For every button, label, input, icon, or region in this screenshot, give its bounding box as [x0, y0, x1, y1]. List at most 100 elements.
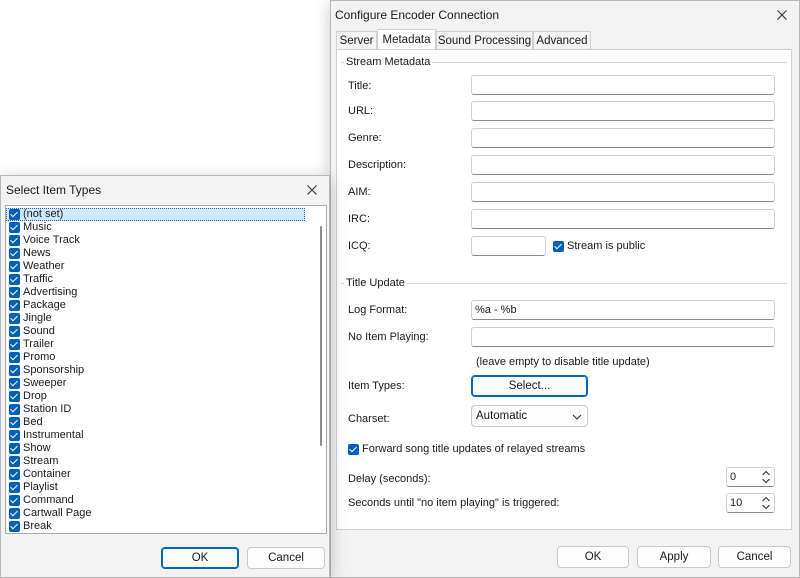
spinner-arrows-icon[interactable]: [761, 495, 771, 511]
list-item-label: News: [23, 247, 51, 259]
list-item[interactable]: Drop: [6, 390, 326, 403]
item-types-label: Item Types:: [348, 380, 405, 392]
list-item[interactable]: Promo: [6, 351, 326, 364]
item-types-cancel-button[interactable]: Cancel: [247, 547, 325, 569]
checkbox-icon[interactable]: [9, 352, 20, 363]
encoder-cancel-button[interactable]: Cancel: [718, 546, 791, 568]
list-item[interactable]: (not set): [6, 208, 305, 221]
delay-spinner[interactable]: 0: [726, 467, 775, 487]
list-item[interactable]: Station ID: [6, 403, 326, 416]
charset-label: Charset:: [348, 413, 390, 425]
encoder-dialog-title: Configure Encoder Connection: [335, 8, 500, 22]
list-item-label: (not set): [23, 208, 64, 220]
list-item-label: Drop: [23, 390, 47, 402]
list-item[interactable]: Instrumental: [6, 429, 326, 442]
checkbox-icon[interactable]: [9, 339, 20, 350]
list-item[interactable]: Container: [6, 468, 326, 481]
list-item[interactable]: Voice Track: [6, 234, 326, 247]
list-item[interactable]: Sponsorship: [6, 364, 326, 377]
checkbox-icon[interactable]: [9, 313, 20, 324]
list-item[interactable]: Stream: [6, 455, 326, 468]
list-item[interactable]: Weather: [6, 260, 326, 273]
checkbox-icon[interactable]: [9, 365, 20, 376]
checkmark-icon: [553, 240, 564, 252]
encoder-ok-button[interactable]: OK: [557, 546, 629, 568]
list-item[interactable]: Sound: [6, 325, 326, 338]
no-item-trigger-value: 10: [730, 497, 743, 509]
tab-sound-processing[interactable]: Sound Processing: [436, 31, 533, 50]
checkbox-icon[interactable]: [9, 521, 20, 532]
select-item-types-button[interactable]: Select...: [471, 375, 588, 397]
checkmark-icon: [348, 443, 359, 455]
list-item[interactable]: Package: [6, 299, 326, 312]
tab-server[interactable]: Server: [336, 31, 377, 50]
checkbox-icon[interactable]: [9, 508, 20, 519]
charset-select[interactable]: Automatic: [471, 405, 588, 427]
no-item-playing-field[interactable]: [471, 327, 775, 347]
checkbox-icon[interactable]: [9, 209, 20, 220]
list-item[interactable]: Sweeper: [6, 377, 326, 390]
item-types-list[interactable]: (not set) Music Voice Track News Weather Traf…: [5, 205, 327, 534]
aim-field[interactable]: [471, 182, 775, 202]
checkbox-icon[interactable]: [9, 443, 20, 454]
stream-public-checkbox[interactable]: Stream is public: [553, 240, 645, 252]
list-item[interactable]: Command: [6, 494, 326, 507]
description-field[interactable]: [471, 155, 775, 175]
checkbox-icon[interactable]: [9, 300, 20, 311]
icq-field[interactable]: [471, 236, 546, 256]
list-item[interactable]: Bed: [6, 416, 326, 429]
encoder-apply-button[interactable]: Apply: [637, 546, 711, 568]
forward-relayed-label: Forward song title updates of relayed st…: [362, 443, 586, 455]
list-scrollbar[interactable]: [320, 226, 322, 446]
list-item-label: Container: [23, 468, 71, 480]
title-field[interactable]: [471, 75, 775, 95]
title-update-group-label: Title Update: [344, 277, 407, 289]
list-item[interactable]: Jingle: [6, 312, 326, 325]
checkbox-icon[interactable]: [9, 482, 20, 493]
list-item[interactable]: News: [6, 247, 326, 260]
checkbox-icon[interactable]: [9, 417, 20, 428]
checkbox-icon[interactable]: [9, 430, 20, 441]
checkbox-icon[interactable]: [9, 404, 20, 415]
checkbox-icon[interactable]: [9, 274, 20, 285]
checkbox-icon[interactable]: [9, 261, 20, 272]
list-item[interactable]: Music: [6, 221, 326, 234]
list-item[interactable]: Show: [6, 442, 326, 455]
checkbox-icon[interactable]: [9, 248, 20, 259]
item-types-titlebar[interactable]: Select Item Types: [1, 176, 329, 204]
checkbox-icon[interactable]: [9, 456, 20, 467]
list-item[interactable]: Break: [6, 520, 326, 533]
checkbox-icon[interactable]: [9, 287, 20, 298]
irc-field[interactable]: [471, 209, 775, 229]
list-item[interactable]: Trailer: [6, 338, 326, 351]
log-format-field[interactable]: %a - %b: [471, 300, 775, 320]
list-item[interactable]: Playlist: [6, 481, 326, 494]
list-item[interactable]: Cartwall Page: [6, 507, 326, 520]
icq-label: ICQ:: [348, 240, 371, 252]
encoder-close-button[interactable]: [767, 3, 797, 27]
checkbox-icon[interactable]: [9, 391, 20, 402]
encoder-dialog-titlebar[interactable]: Configure Encoder Connection: [331, 1, 799, 29]
forward-relayed-checkbox[interactable]: Forward song title updates of relayed st…: [348, 443, 585, 455]
list-item-label: Sponsorship: [23, 364, 85, 376]
list-item-label: Trailer: [23, 338, 54, 350]
checkbox-icon[interactable]: [9, 469, 20, 480]
item-types-close-button[interactable]: [297, 178, 327, 202]
list-item[interactable]: Advertising: [6, 286, 326, 299]
checkbox-icon[interactable]: [9, 326, 20, 337]
no-item-trigger-spinner[interactable]: 10: [726, 493, 775, 513]
stream-public-label: Stream is public: [567, 240, 646, 252]
spinner-arrows-icon[interactable]: [761, 469, 771, 485]
tab-advanced[interactable]: Advanced: [533, 31, 591, 50]
list-item[interactable]: Traffic: [6, 273, 326, 286]
list-item-label: Sweeper: [23, 377, 67, 389]
genre-field[interactable]: [471, 128, 775, 148]
checkbox-icon[interactable]: [9, 378, 20, 389]
checkbox-icon[interactable]: [9, 222, 20, 233]
item-types-ok-button[interactable]: OK: [161, 547, 239, 569]
url-field[interactable]: [471, 101, 775, 121]
tab-metadata[interactable]: Metadata: [377, 29, 436, 49]
checkbox-icon[interactable]: [9, 495, 20, 506]
checkbox-icon[interactable]: [9, 235, 20, 246]
list-item-label: Playlist: [23, 481, 58, 493]
